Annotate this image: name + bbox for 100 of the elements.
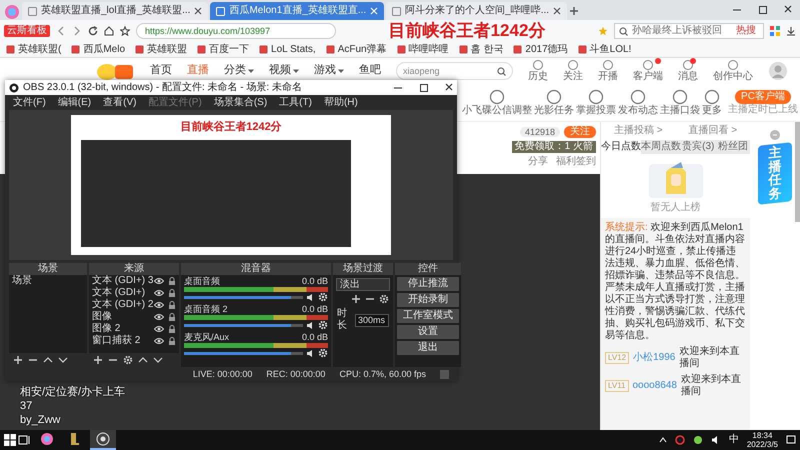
reload-icon[interactable] — [88, 26, 98, 36]
header-link[interactable]: 关注 — [563, 59, 583, 83]
settings-icon[interactable] — [123, 355, 133, 365]
windows-start-icon[interactable] — [4, 434, 16, 446]
browser-tab[interactable]: 西瓜Melon1直播_英雄联盟直... — [210, 2, 384, 20]
header-link[interactable]: 消息 — [678, 59, 698, 83]
download-icon[interactable] — [786, 26, 796, 36]
bookmark-link[interactable]: 哔哩哔哩 — [396, 44, 449, 56]
bookmark-link[interactable]: 西瓜Melo — [71, 44, 126, 56]
sign-in-link[interactable]: 福利签到 — [556, 156, 596, 168]
browser-icon[interactable] — [40, 432, 54, 446]
circle-icon[interactable] — [674, 435, 685, 445]
tool-link[interactable]: 更多 — [702, 88, 722, 116]
lock-icon[interactable] — [168, 289, 176, 297]
circle-icon[interactable] — [692, 435, 703, 445]
browser-tab[interactable]: 阿斗分来了的个人空间_哔哩哔... — [386, 2, 568, 20]
header-link[interactable]: 开播 — [598, 59, 618, 83]
scene-item[interactable]: 场景 — [9, 275, 87, 287]
url-field[interactable]: https://www.douyu.com/103997 — [136, 23, 336, 39]
header-link[interactable]: 客户端 — [633, 59, 663, 83]
game-icon[interactable] — [68, 432, 82, 446]
tool-link[interactable]: 发布动态 — [618, 88, 658, 116]
eye-icon[interactable] — [154, 325, 164, 333]
eye-icon[interactable] — [154, 289, 164, 297]
control-button[interactable]: 设置 — [397, 325, 459, 339]
bookmark-link[interactable]: 2017德玛 — [513, 44, 568, 56]
obs-icon[interactable] — [96, 432, 110, 446]
ranking-tab[interactable]: 贵宾(3) — [681, 140, 716, 154]
plus-icon[interactable] — [13, 355, 23, 365]
bookmark-link[interactable]: 百度一下 — [197, 44, 250, 56]
ranking-tab[interactable]: 本周点数 — [641, 140, 681, 154]
star-icon[interactable] — [598, 26, 608, 36]
close-icon[interactable] — [445, 82, 453, 90]
menu-item[interactable]: 帮助(H) — [324, 96, 358, 108]
menu-item[interactable]: 场景集合(S) — [214, 96, 268, 108]
menu-item[interactable]: 查看(V) — [103, 96, 136, 108]
tool-link[interactable]: 小飞碟公信调整 — [462, 88, 532, 116]
control-button[interactable]: 停止推流 — [397, 277, 459, 291]
control-button[interactable]: 开始录制 — [397, 293, 459, 307]
eye-icon[interactable] — [154, 337, 164, 345]
tool-link[interactable]: 光影任务 — [534, 88, 574, 116]
volume-slider[interactable] — [184, 352, 303, 354]
menu-item[interactable]: 工具(T) — [279, 96, 312, 108]
plus-icon[interactable] — [93, 355, 103, 365]
source-item[interactable]: 图像 2 — [92, 323, 120, 335]
settings-icon[interactable] — [318, 320, 328, 330]
bookmark-link[interactable]: 斗鱼LOL! — [578, 44, 632, 56]
volume-slider[interactable] — [184, 296, 303, 298]
new-tab-icon[interactable] — [569, 6, 580, 16]
menu-item[interactable]: 编辑(E) — [58, 96, 92, 108]
browser-tab[interactable]: 英雄联盟直播_lol直播_英雄联盟... — [22, 2, 208, 20]
eye-icon[interactable] — [154, 301, 164, 309]
header-link[interactable]: 创作中心 — [713, 59, 753, 83]
bookmark-link[interactable]: AcFun弹幕 — [326, 44, 387, 56]
forward-icon[interactable] — [72, 26, 82, 36]
nav-link[interactable]: 视频 — [269, 64, 299, 78]
header-link[interactable]: 历史 — [528, 59, 548, 83]
lock-icon[interactable] — [168, 277, 176, 285]
source-item[interactable]: 图像 — [92, 311, 112, 323]
settings-icon[interactable] — [318, 292, 328, 302]
eye-icon[interactable] — [154, 313, 164, 321]
source-item[interactable]: 窗口捕获 2 — [92, 335, 140, 347]
menu-item[interactable]: 文件(F) — [13, 96, 46, 108]
lock-icon[interactable] — [168, 313, 176, 321]
lock-icon[interactable] — [168, 325, 176, 333]
back-icon[interactable] — [56, 26, 66, 36]
bookmark-link[interactable]: 홈 한국 — [458, 44, 504, 56]
star-icon[interactable] — [120, 26, 130, 36]
nav-link[interactable]: 首页 — [150, 64, 172, 78]
eye-icon[interactable] — [154, 277, 164, 285]
close-icon[interactable] — [784, 5, 792, 13]
bookmark-link[interactable]: 英雄联盟 — [135, 44, 188, 56]
grid-icon[interactable] — [770, 26, 780, 36]
tool-link[interactable]: 掌握投票 — [576, 88, 616, 116]
close-icon[interactable] — [553, 7, 562, 15]
bookmark-link[interactable]: LoL Stats, — [259, 44, 316, 56]
nav-link[interactable]: 游戏 — [314, 64, 344, 78]
lock-icon[interactable] — [168, 337, 176, 345]
maximize-icon[interactable] — [758, 5, 768, 15]
nav-link[interactable]: 鱼吧 — [359, 64, 381, 78]
source-item[interactable]: 文本 (GDI+) 2 — [92, 299, 154, 311]
maximize-icon[interactable] — [419, 82, 429, 92]
source-item[interactable]: 文本 (GDI+) — [92, 287, 146, 299]
settings-icon[interactable] — [318, 348, 328, 358]
control-button[interactable]: 工作室模式 — [397, 309, 459, 323]
volume-slider[interactable] — [184, 324, 303, 326]
close-icon[interactable] — [194, 7, 202, 15]
tool-link[interactable]: 主播口袋 — [660, 88, 700, 116]
share-link[interactable]: 分享 — [528, 156, 548, 168]
plus-icon[interactable] — [351, 294, 361, 304]
panel-link[interactable]: 主播投稿 > — [614, 125, 663, 137]
settings-icon[interactable] — [379, 294, 389, 304]
caret-icon[interactable] — [658, 437, 667, 443]
task-view-icon[interactable] — [18, 434, 32, 446]
home-icon[interactable] — [104, 26, 114, 36]
input-method[interactable]: 中 — [728, 434, 739, 446]
control-button[interactable]: 退出 — [397, 341, 459, 355]
nav-link[interactable]: 分类 — [224, 64, 254, 78]
panel-link[interactable]: 直播回看 > — [688, 125, 738, 137]
bookmark-link[interactable]: 英雄联盟( — [6, 44, 62, 56]
